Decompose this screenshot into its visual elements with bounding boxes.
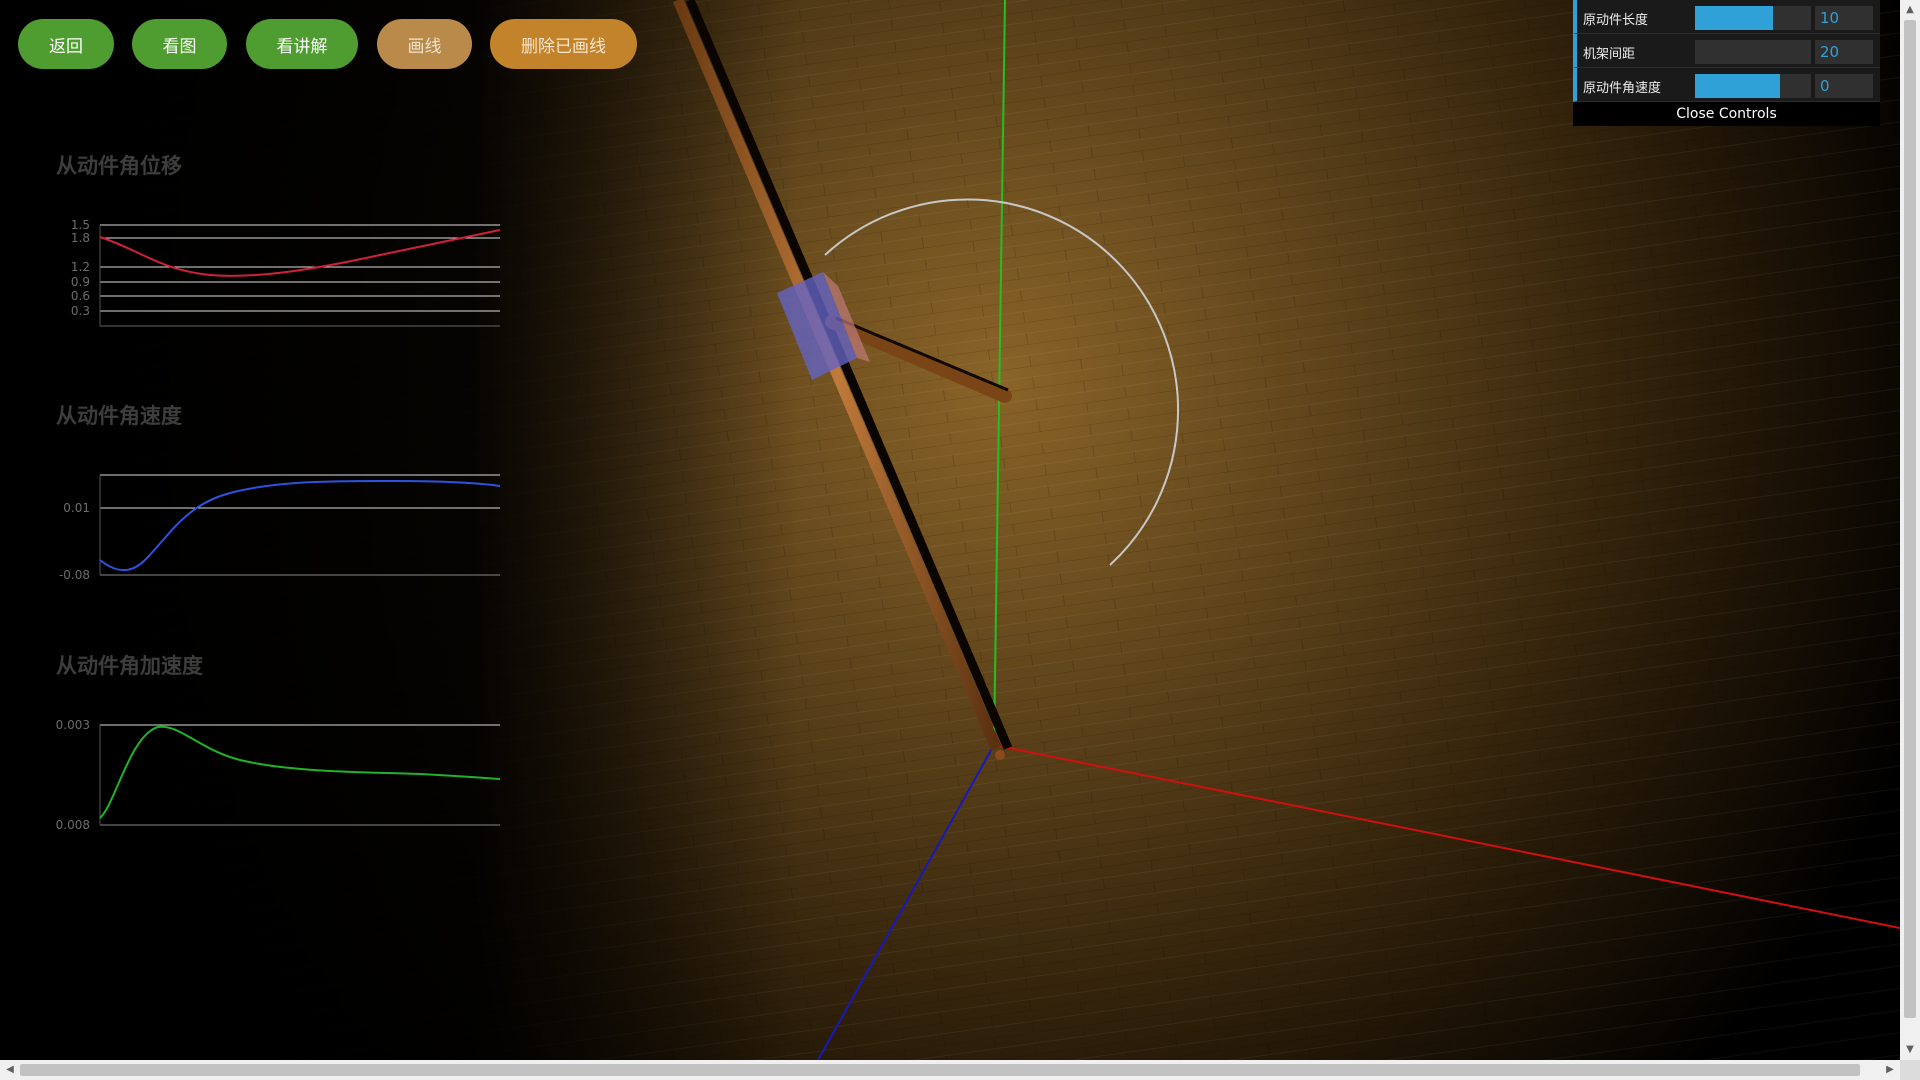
velocity-chart: 0.01 -0.08 [59, 474, 501, 582]
displacement-chart: 1.5 1.8 1.2 0.9 0.6 0.3 [71, 218, 501, 327]
frame-distance-slider[interactable] [1695, 40, 1811, 64]
acceleration-chart: 0.003 0.008 [56, 718, 501, 832]
displacement-tick: 0.3 [71, 304, 90, 318]
crank-length-label: 原动件长度 [1583, 13, 1649, 28]
acceleration-tick: 0.008 [56, 818, 90, 832]
control-row-crank-length: 原动件长度 10 [1573, 0, 1880, 34]
displacement-curve [99, 229, 501, 277]
scroll-right-icon[interactable]: ▶ [1880, 1060, 1900, 1080]
horizontal-scroll-thumb[interactable] [20, 1064, 1860, 1076]
control-row-frame-distance: 机架间距 20 [1573, 34, 1880, 68]
acceleration-tick: 0.003 [56, 718, 90, 732]
crank-length-slider[interactable] [1695, 6, 1811, 30]
charts-panel: 1.5 1.8 1.2 0.9 0.6 0.3 0.01 -0.08 0.003… [56, 218, 501, 832]
displacement-tick: 1.2 [71, 260, 90, 274]
displacement-tick: 0.6 [71, 289, 90, 303]
crank-speed-slider[interactable] [1695, 74, 1811, 98]
displacement-tick: 1.5 [71, 218, 90, 232]
control-row-crank-speed: 原动件角速度 0 [1573, 68, 1880, 102]
scroll-down-icon[interactable]: ▼ [1900, 1040, 1920, 1060]
frame-distance-input[interactable]: 20 [1815, 40, 1873, 64]
vertical-scroll-thumb[interactable] [1904, 20, 1916, 1018]
horizontal-scrollbar[interactable]: ◀ ▶ [0, 1060, 1900, 1080]
crank-length-input[interactable]: 10 [1815, 6, 1873, 30]
acceleration-curve [99, 725, 501, 819]
velocity-curve [99, 479, 501, 572]
vertical-scrollbar[interactable]: ▲ ▼ [1900, 0, 1920, 1060]
viewport[interactable]: 返回 看图 看讲解 画线 删除已画线 从动件角位移 从动件角速度 从动件角加速度… [0, 0, 1900, 1060]
displacement-tick: 1.8 [71, 231, 90, 245]
scrollbar-corner [1900, 1060, 1920, 1080]
crank-speed-input[interactable]: 0 [1815, 74, 1873, 98]
frame-distance-label: 机架间距 [1583, 47, 1636, 62]
velocity-tick: -0.08 [59, 568, 90, 582]
controls-panel: 原动件长度 10 机架间距 20 原动件角速度 0 Close Controls [1573, 0, 1880, 126]
ground-pivot [995, 750, 1005, 760]
displacement-tick: 0.9 [71, 275, 90, 289]
velocity-tick: 0.01 [63, 501, 90, 515]
scroll-up-icon[interactable]: ▲ [1900, 0, 1920, 20]
crank-speed-label: 原动件角速度 [1583, 81, 1662, 96]
close-controls-button[interactable]: Close Controls [1573, 102, 1880, 126]
scroll-left-icon[interactable]: ◀ [0, 1060, 20, 1080]
